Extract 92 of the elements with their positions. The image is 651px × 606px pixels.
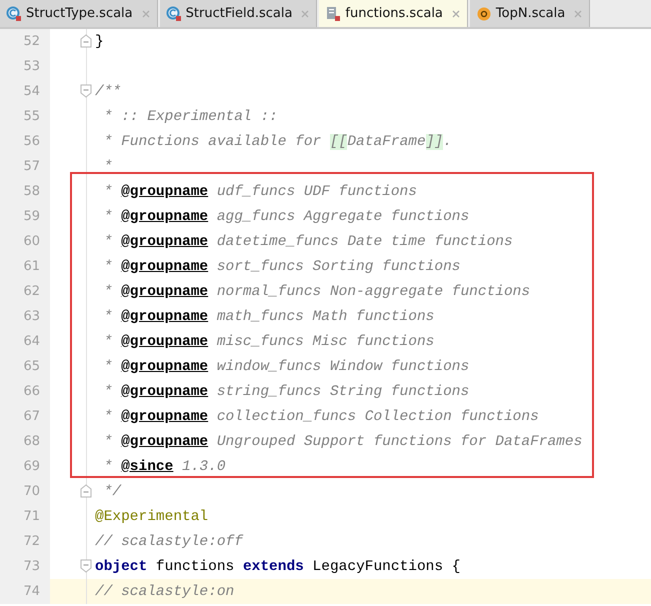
comment-text: *	[102, 308, 114, 324]
line-number: 61	[22, 259, 40, 274]
line-number: 72	[22, 534, 40, 549]
doc-tag: @groupname	[121, 284, 208, 300]
comment-text: // scalastyle:off	[95, 534, 243, 550]
doc-tag: @groupname	[121, 334, 208, 350]
close-icon[interactable]	[450, 8, 461, 18]
comment-text: *	[102, 284, 114, 300]
close-icon[interactable]	[573, 8, 584, 18]
line-number: 58	[22, 184, 40, 199]
fold-icon[interactable]	[80, 484, 92, 498]
annotation: @Experimental	[95, 508, 208, 524]
class-icon	[166, 6, 182, 22]
line-number: 52	[22, 34, 40, 49]
line-number: 55	[22, 109, 40, 124]
line-number: 70	[22, 484, 40, 499]
editor-tab[interactable]: StructField.scala	[160, 0, 318, 27]
line-number: 65	[22, 359, 40, 374]
line-number: 68	[22, 434, 40, 449]
doc-tag: @groupname	[121, 208, 208, 224]
link-bracket: ]]	[426, 134, 444, 150]
comment-text: collection_funcs Collection functions	[216, 408, 539, 424]
close-icon[interactable]	[300, 8, 310, 18]
comment-text: /**	[95, 84, 122, 100]
line-number: 56	[22, 134, 40, 149]
comment-text: *	[102, 358, 114, 374]
close-icon[interactable]	[140, 8, 151, 18]
doc-tag: @groupname	[121, 358, 208, 374]
line-number: 69	[22, 459, 40, 474]
doc-tag: @since	[121, 458, 174, 474]
line-number: 67	[22, 409, 40, 424]
comment-text: window_funcs Window functions	[216, 358, 470, 374]
fold-icon[interactable]	[80, 559, 92, 573]
comment-text: * Functions available for	[102, 134, 322, 150]
line-number: 59	[22, 209, 40, 224]
comment-text: *	[102, 208, 114, 224]
comment-text: *	[102, 234, 114, 250]
line-number: 73	[22, 559, 40, 574]
comment-text: *	[102, 334, 114, 350]
line-number: 62	[22, 284, 40, 299]
comment-text: datetime_funcs Date time functions	[216, 234, 513, 250]
comment-text: */	[102, 484, 122, 500]
line-number: 64	[22, 334, 40, 349]
doc-tag: @groupname	[121, 234, 208, 250]
code-text: functions	[154, 558, 236, 574]
editor-tab[interactable]: StructType.scala	[0, 0, 158, 27]
comment-text: Ungrouped Support functions for DataFrames	[216, 434, 582, 450]
line-number: 74	[22, 584, 40, 599]
fold-icon[interactable]	[80, 84, 92, 98]
comment-text: *	[102, 434, 114, 450]
code-text: }	[95, 34, 104, 50]
editor-tab[interactable]: TopN.scala	[470, 0, 590, 27]
comment-text: math_funcs Math functions	[216, 308, 434, 324]
line-number: 54	[22, 84, 40, 99]
doc-tag: @groupname	[121, 384, 208, 400]
comment-text: sort_funcs Sorting functions	[216, 258, 460, 274]
line-number: 57	[22, 159, 40, 174]
comment-text: *	[102, 458, 114, 474]
comment-text: 1.3.0	[181, 458, 226, 474]
doc-tag: @groupname	[121, 434, 208, 450]
comment-text: normal_funcs Non-aggregate functions	[216, 284, 530, 300]
class-icon	[6, 6, 22, 22]
comment-text: * :: Experimental ::	[102, 108, 278, 124]
doc-tag: @groupname	[121, 308, 208, 324]
code-text: LegacyFunctions {	[312, 558, 460, 574]
link-bracket: [[	[330, 134, 348, 150]
line-number: 71	[22, 509, 40, 524]
keyword: object	[95, 558, 148, 574]
comment-text: *	[102, 408, 114, 424]
doc-tag: @groupname	[121, 258, 208, 274]
comment-text: *	[102, 258, 114, 274]
comment-text: *	[102, 184, 114, 200]
fold-icon[interactable]	[80, 34, 92, 48]
doc-tag: @groupname	[121, 184, 208, 200]
object-icon	[476, 6, 492, 22]
line-number: 66	[22, 384, 40, 399]
line-number: 60	[22, 234, 40, 249]
editor-tab[interactable]: functions.scala	[319, 0, 468, 27]
line-number: 63	[22, 309, 40, 324]
keyword: extends	[242, 558, 304, 574]
comment-text: string_funcs String functions	[216, 384, 470, 400]
comment-text: DataFrame	[347, 134, 426, 150]
doc-tag: @groupname	[121, 408, 208, 424]
comment-text: .	[443, 134, 452, 150]
comment-text: agg_funcs Aggregate functions	[216, 208, 470, 224]
comment-text: *	[102, 158, 112, 174]
comment-text: misc_funcs Misc functions	[216, 334, 434, 350]
comment-text: // scalastyle:on	[95, 584, 234, 600]
comment-text: udf_funcs UDF functions	[216, 184, 417, 200]
comment-text: *	[102, 384, 114, 400]
file-icon	[325, 6, 342, 22]
line-number: 53	[22, 59, 40, 74]
